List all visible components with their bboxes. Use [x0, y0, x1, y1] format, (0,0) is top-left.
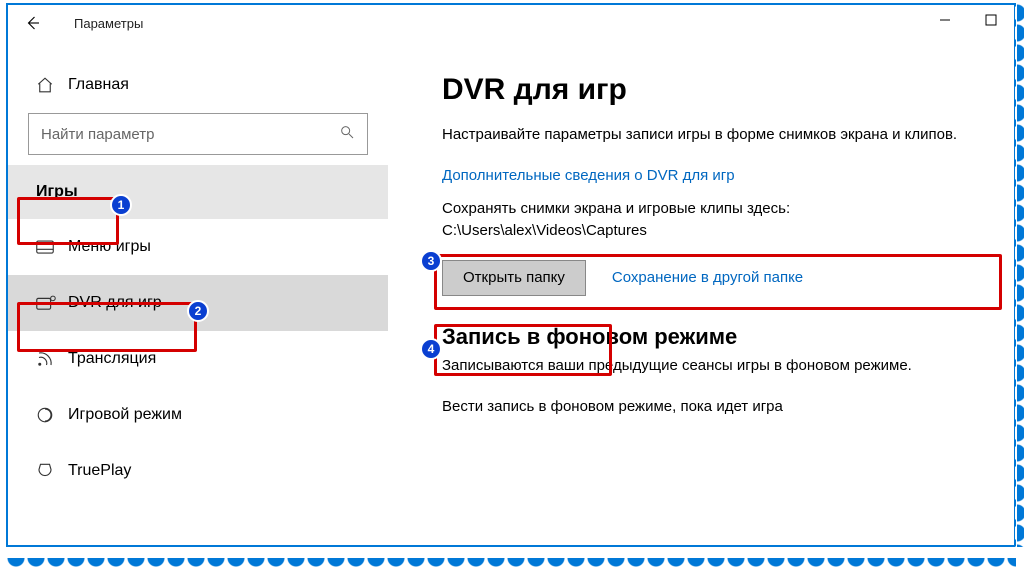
trueplay-icon	[36, 462, 68, 480]
sidebar-item-game-bar[interactable]: Меню игры	[8, 219, 388, 275]
sidebar: Главная Найти параметр Игры Меню игры	[8, 41, 388, 545]
game-mode-icon	[36, 406, 68, 424]
game-bar-icon	[36, 240, 68, 254]
sidebar-item-label: TruePlay	[68, 462, 131, 480]
arrow-left-icon	[24, 14, 42, 32]
maximize-icon	[985, 14, 997, 26]
sidebar-item-game-dvr[interactable]: DVR для игр	[8, 275, 388, 331]
bg-record-desc: Записываются ваши предыдущие сеансы игры…	[442, 356, 984, 376]
folder-button-row: Открыть папку Сохранение в другой папке	[442, 260, 984, 296]
page-title: DVR для игр	[442, 73, 984, 107]
sidebar-item-label: DVR для игр	[68, 294, 162, 312]
page-description: Настраивайте параметры записи игры в фор…	[442, 125, 984, 145]
titlebar: Параметры	[8, 5, 1014, 41]
sidebar-item-label: Трансляция	[68, 350, 156, 368]
dvr-icon	[36, 295, 68, 311]
home-icon	[36, 76, 68, 94]
settings-window: Параметры Главная Найти параметр	[6, 3, 1016, 547]
more-info-link[interactable]: Дополнительные сведения о DVR для игр	[442, 167, 735, 184]
caption-buttons	[922, 5, 1014, 35]
window-title: Параметры	[74, 16, 143, 31]
bg-record-title: Запись в фоновом режиме	[442, 324, 984, 350]
save-path-text: Сохранять снимки экрана и игровые клипы …	[442, 198, 984, 242]
maximize-button[interactable]	[968, 5, 1014, 35]
search-wrap: Найти параметр	[8, 113, 388, 165]
search-input[interactable]: Найти параметр	[28, 113, 368, 155]
sidebar-item-label: Меню игры	[68, 238, 151, 256]
window-body: Главная Найти параметр Игры Меню игры	[8, 41, 1014, 545]
search-icon	[339, 124, 355, 144]
search-placeholder: Найти параметр	[41, 126, 155, 143]
save-elsewhere-link[interactable]: Сохранение в другой папке	[612, 269, 803, 286]
minimize-icon	[939, 14, 951, 26]
sidebar-category-games[interactable]: Игры	[8, 165, 388, 219]
sidebar-item-game-mode[interactable]: Игровой режим	[8, 387, 388, 443]
open-folder-button[interactable]: Открыть папку	[442, 260, 586, 296]
sidebar-item-label: Игровой режим	[68, 406, 182, 424]
content-pane: DVR для игр Настраивайте параметры запис…	[388, 41, 1014, 545]
sidebar-category-label: Игры	[36, 183, 78, 201]
broadcast-icon	[36, 350, 68, 368]
sidebar-item-broadcasting[interactable]: Трансляция	[8, 331, 388, 387]
sidebar-item-trueplay[interactable]: TruePlay	[8, 443, 388, 499]
minimize-button[interactable]	[922, 5, 968, 35]
sidebar-home[interactable]: Главная	[8, 57, 388, 113]
back-button[interactable]	[16, 6, 50, 40]
torn-edge-bottom	[6, 550, 1016, 568]
bg-toggle-label: Вести запись в фоновом режиме, пока идет…	[442, 398, 984, 415]
sidebar-home-label: Главная	[68, 76, 129, 94]
